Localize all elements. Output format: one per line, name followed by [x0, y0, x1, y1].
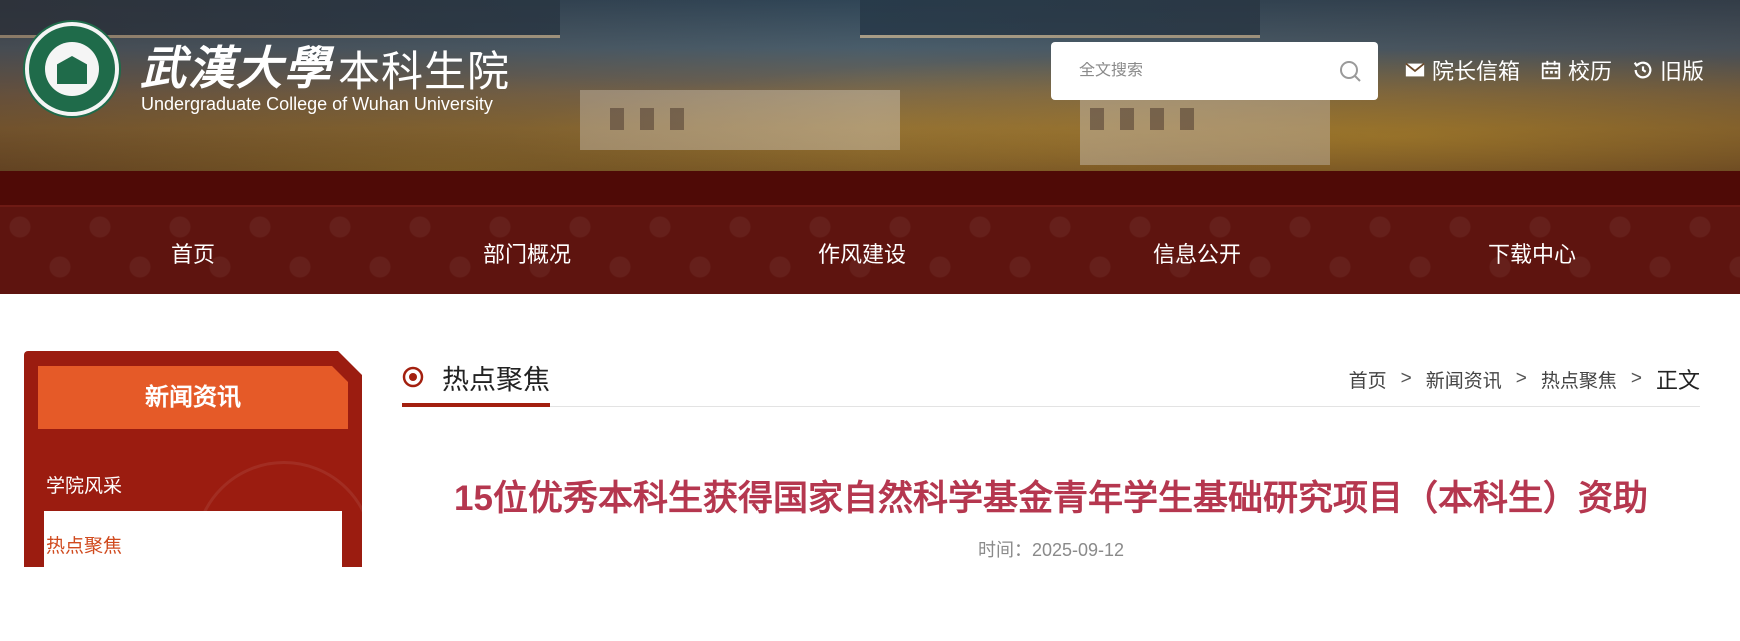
main-nav: 首页 部门概况 作风建设 信息公开 下载中心	[0, 205, 1740, 294]
article-title: 15位优秀本科生获得国家自然科学基金青年学生基础研究项目（本科生）资助	[454, 479, 1648, 518]
article-date: 时间：2025-09-12	[977, 540, 1125, 560]
search-box	[1051, 42, 1378, 100]
mail-icon	[1405, 62, 1425, 77]
breadcrumb-news[interactable]: 新闻资讯	[1426, 366, 1502, 393]
sidebar-item-hot-topics[interactable]: 热点聚焦	[46, 531, 122, 558]
school-calendar-label: 校历	[1568, 59, 1613, 84]
section-header: 热点聚焦 首页 > 新闻资讯 > 热点聚焦 > 正文	[402, 351, 1700, 407]
search-input[interactable]	[1079, 62, 1319, 80]
nav-item-disclosure[interactable]: 信息公开	[1153, 237, 1241, 269]
nav-item-home[interactable]: 首页	[171, 237, 215, 269]
director-mailbox-link[interactable]: 院长信箱	[1404, 54, 1520, 86]
nav-item-about[interactable]: 部门概况	[483, 237, 571, 269]
section-title: 热点聚焦	[402, 351, 550, 407]
old-version-label: 旧版	[1660, 59, 1705, 84]
breadcrumb-separator: >	[1630, 368, 1642, 389]
search-icon[interactable]	[1338, 59, 1362, 83]
breadcrumb-home[interactable]: 首页	[1349, 366, 1387, 393]
logo-title-en[interactable]: Undergraduate College of Wuhan Universit…	[141, 94, 493, 115]
director-mailbox-label: 院长信箱	[1432, 59, 1521, 84]
school-calendar-link[interactable]: 校历	[1540, 54, 1612, 86]
calendar-icon	[1541, 60, 1561, 80]
history-icon	[1633, 61, 1652, 79]
sidebar-item-college-style[interactable]: 学院风采	[46, 471, 122, 498]
header-banner: 武漢大學 本科生院 Undergraduate College of Wuhan…	[0, 0, 1740, 171]
breadcrumb-separator: >	[1515, 368, 1527, 389]
nav-item-conduct[interactable]: 作风建设	[818, 237, 906, 269]
nav-top-strip	[0, 171, 1740, 205]
logo-title-cn[interactable]: 武漢大學	[140, 32, 332, 98]
logo-subtitle-cn[interactable]: 本科生院	[338, 38, 510, 99]
sidebar-title: 新闻资讯	[38, 366, 348, 429]
target-dot-icon	[402, 366, 424, 388]
breadcrumb-hot-topics[interactable]: 热点聚焦	[1541, 366, 1617, 393]
university-seal-logo[interactable]	[25, 22, 119, 116]
section-title-text: 热点聚焦	[442, 364, 550, 395]
breadcrumb-current: 正文	[1655, 368, 1700, 393]
breadcrumb-separator: >	[1400, 368, 1412, 389]
old-version-link[interactable]: 旧版	[1632, 54, 1704, 86]
nav-item-downloads[interactable]: 下载中心	[1488, 237, 1576, 269]
breadcrumb: 首页 > 新闻资讯 > 热点聚焦 > 正文	[1349, 363, 1700, 395]
sidebar: 新闻资讯 学院风采 热点聚焦	[24, 351, 374, 641]
top-links: 院长信箱 校历 旧版	[1404, 54, 1704, 86]
